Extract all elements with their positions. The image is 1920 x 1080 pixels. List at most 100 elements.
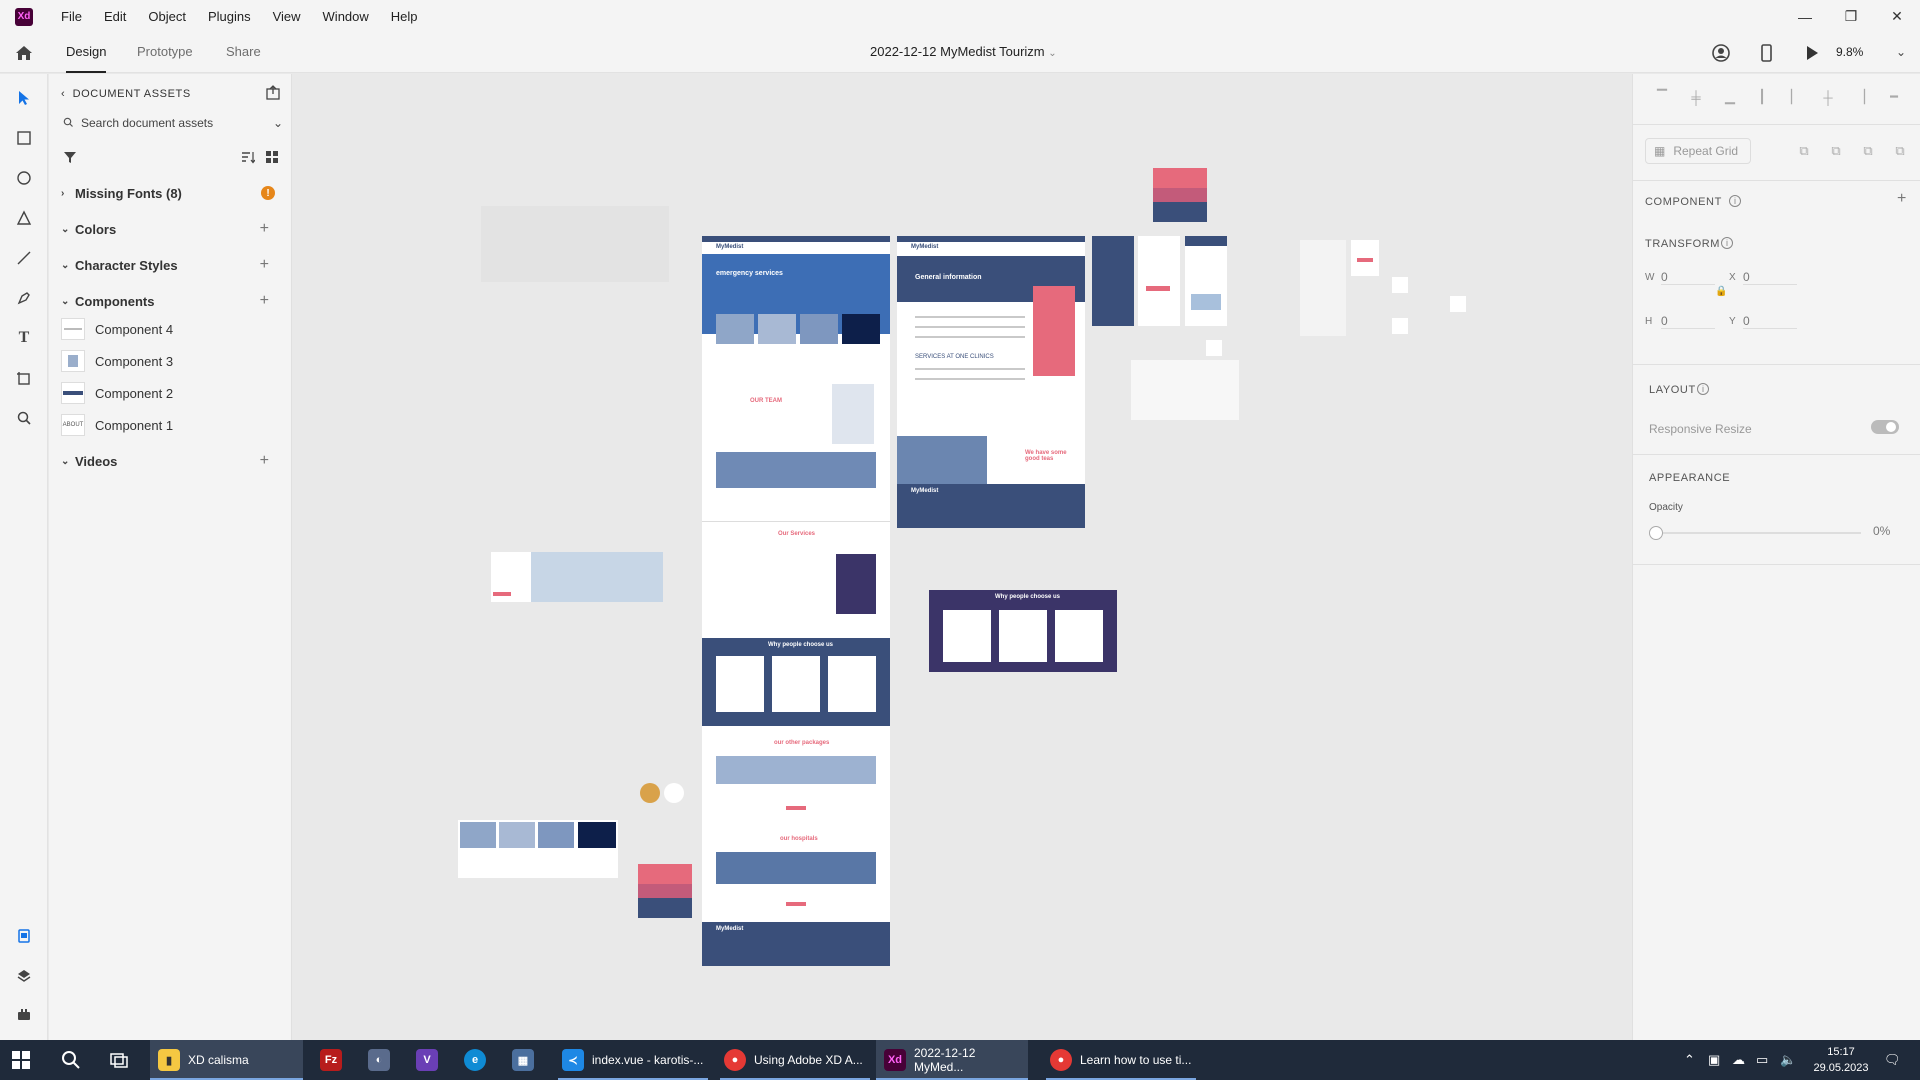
videos-section[interactable]: ⌄ Videos + — [61, 450, 283, 472]
component-item[interactable]: Component 4 — [61, 316, 281, 342]
export-icon[interactable] — [265, 84, 281, 100]
info-icon[interactable]: i — [1721, 237, 1733, 249]
menu-plugins[interactable]: Plugins — [208, 9, 251, 24]
polygon-tool-icon[interactable] — [12, 206, 36, 230]
tab-prototype[interactable]: Prototype — [137, 33, 193, 73]
search-chevron-down-icon[interactable]: ⌄ — [273, 116, 283, 130]
boolean-intersect-icon[interactable]: ⧉ — [1859, 142, 1877, 160]
document-title[interactable]: 2022-12-12 MyMedist Tourizm ⌄ — [870, 33, 1057, 73]
lock-icon[interactable]: 🔒 — [1715, 286, 1727, 297]
menu-help[interactable]: Help — [391, 9, 418, 24]
character-styles-section[interactable]: ⌄ Character Styles + — [61, 254, 283, 276]
small-artboard[interactable] — [1392, 277, 1408, 293]
small-artboard[interactable] — [1392, 318, 1408, 334]
info-artboard[interactable]: MyMedist General information SERVICES AT… — [897, 236, 1085, 528]
component-item[interactable]: Component 3 — [61, 348, 281, 374]
width-input[interactable]: 0 — [1661, 270, 1715, 285]
menu-artboard[interactable] — [1351, 240, 1379, 276]
menu-edit[interactable]: Edit — [104, 9, 126, 24]
x-input[interactable]: 0 — [1743, 270, 1797, 285]
repeat-grid-button[interactable]: ▦ Repeat Grid — [1645, 138, 1751, 164]
taskbar-app-xd[interactable]: Xd 2022-12-12 MyMed... — [876, 1040, 1028, 1080]
height-input[interactable]: 0 — [1661, 314, 1715, 329]
component-item[interactable]: ABOUT Component 1 — [61, 412, 281, 438]
minimize-button[interactable]: — — [1782, 0, 1828, 33]
taskbar-app-visual-studio[interactable]: V — [416, 1040, 446, 1080]
artboard-tool-icon[interactable] — [12, 366, 36, 390]
close-button[interactable]: ✕ — [1874, 0, 1920, 33]
align-middle-icon[interactable]: ╪ — [1687, 88, 1705, 106]
taskbar-app-filezilla[interactable]: Fz — [320, 1040, 350, 1080]
line-tool-icon[interactable] — [12, 246, 36, 270]
opacity-slider-handle[interactable] — [1649, 526, 1663, 540]
align-center-icon[interactable]: ┼ — [1819, 88, 1837, 106]
grid-view-icon[interactable] — [265, 150, 279, 164]
plugins-panel-icon[interactable] — [12, 1002, 36, 1026]
filter-icon[interactable] — [63, 150, 77, 164]
add-component-state-icon[interactable]: + — [1897, 190, 1906, 208]
mobile-artboard[interactable] — [1092, 236, 1134, 326]
zoom-level[interactable]: 9.8% — [1836, 33, 1863, 71]
hidden-artboard[interactable] — [481, 206, 669, 282]
boolean-add-icon[interactable]: ⧉ — [1795, 142, 1813, 160]
boolean-exclude-icon[interactable]: ⧉ — [1891, 142, 1909, 160]
search-input[interactable]: Search document assets — [81, 116, 213, 130]
avatar-placeholder[interactable] — [664, 783, 684, 803]
add-character-style-icon[interactable]: + — [260, 256, 269, 274]
tray-app-icon[interactable]: ▣ — [1708, 1040, 1720, 1080]
align-bottom-icon[interactable]: ▁ — [1721, 88, 1739, 106]
restore-button[interactable]: ❐ — [1828, 0, 1874, 33]
small-artboard[interactable] — [1450, 296, 1466, 312]
design-canvas[interactable]: MyMedist emergency services OUR TEAM Our… — [293, 74, 1631, 1040]
small-artboard[interactable] — [1206, 340, 1222, 356]
add-video-icon[interactable]: + — [260, 452, 269, 470]
network-icon[interactable]: ▭ — [1756, 1040, 1768, 1080]
pen-tool-icon[interactable] — [12, 286, 36, 310]
responsive-resize-toggle[interactable] — [1871, 420, 1899, 434]
taskbar-app-chrome[interactable]: ● Using Adobe XD A... — [720, 1040, 870, 1080]
testimonials-artboard[interactable]: Why people choose us — [929, 590, 1117, 672]
opacity-input[interactable]: 0% — [1873, 524, 1890, 538]
show-hidden-icons-icon[interactable]: ⌃ — [1684, 1040, 1695, 1080]
layers-panel-icon[interactable] — [12, 964, 36, 988]
start-button[interactable] — [12, 1040, 30, 1080]
user-icon[interactable] — [1710, 42, 1732, 64]
info-icon[interactable]: i — [1729, 195, 1741, 207]
boolean-subtract-icon[interactable]: ⧉ — [1827, 142, 1845, 160]
mobile-artboard[interactable] — [1185, 236, 1227, 326]
wide-artboard[interactable] — [1300, 240, 1346, 336]
color-swatch-group[interactable] — [1153, 168, 1207, 222]
avatar[interactable] — [640, 783, 660, 803]
align-left-icon[interactable]: ▏ — [1787, 88, 1805, 106]
tab-share[interactable]: Share — [226, 33, 261, 73]
y-input[interactable]: 0 — [1743, 314, 1797, 329]
menu-object[interactable]: Object — [148, 9, 186, 24]
text-tool-icon[interactable]: T — [12, 326, 36, 350]
info-icon[interactable]: i — [1697, 383, 1709, 395]
taskbar-app[interactable]: ◐ — [368, 1040, 398, 1080]
opacity-slider-track[interactable] — [1663, 532, 1861, 534]
missing-fonts-row[interactable]: › Missing Fonts (8) ! — [61, 182, 283, 204]
taskbar-app-chrome[interactable]: ● Learn how to use ti... — [1046, 1040, 1196, 1080]
component-item[interactable]: Component 2 — [61, 380, 281, 406]
assets-back[interactable]: ‹ DOCUMENT ASSETS — [61, 88, 191, 100]
rectangle-tool-icon[interactable] — [12, 126, 36, 150]
hero-component[interactable] — [491, 552, 663, 602]
taskbar-app-edge[interactable]: e — [464, 1040, 494, 1080]
add-component-icon[interactable]: + — [260, 292, 269, 310]
play-icon[interactable] — [1800, 42, 1822, 64]
clock[interactable]: 15:17 29.05.2023 — [1806, 1044, 1876, 1076]
sort-icon[interactable] — [241, 150, 256, 164]
select-tool-icon[interactable] — [12, 86, 36, 110]
home-artboard[interactable]: MyMedist emergency services OUR TEAM Our… — [702, 236, 890, 966]
device-preview-icon[interactable] — [1755, 42, 1777, 64]
mobile-artboard[interactable] — [1138, 236, 1180, 326]
menu-window[interactable]: Window — [323, 9, 369, 24]
color-swatch-group[interactable] — [638, 864, 692, 918]
search-taskbar-button[interactable] — [60, 1040, 82, 1080]
taskbar-app-explorer[interactable]: ▮ XD calisma — [150, 1040, 303, 1080]
zoom-chevron-down-icon[interactable]: ⌄ — [1896, 33, 1906, 71]
colors-section[interactable]: ⌄ Colors + — [61, 218, 283, 240]
cards-component[interactable] — [458, 820, 618, 878]
notifications-icon[interactable]: 🗨 — [1884, 1040, 1901, 1080]
